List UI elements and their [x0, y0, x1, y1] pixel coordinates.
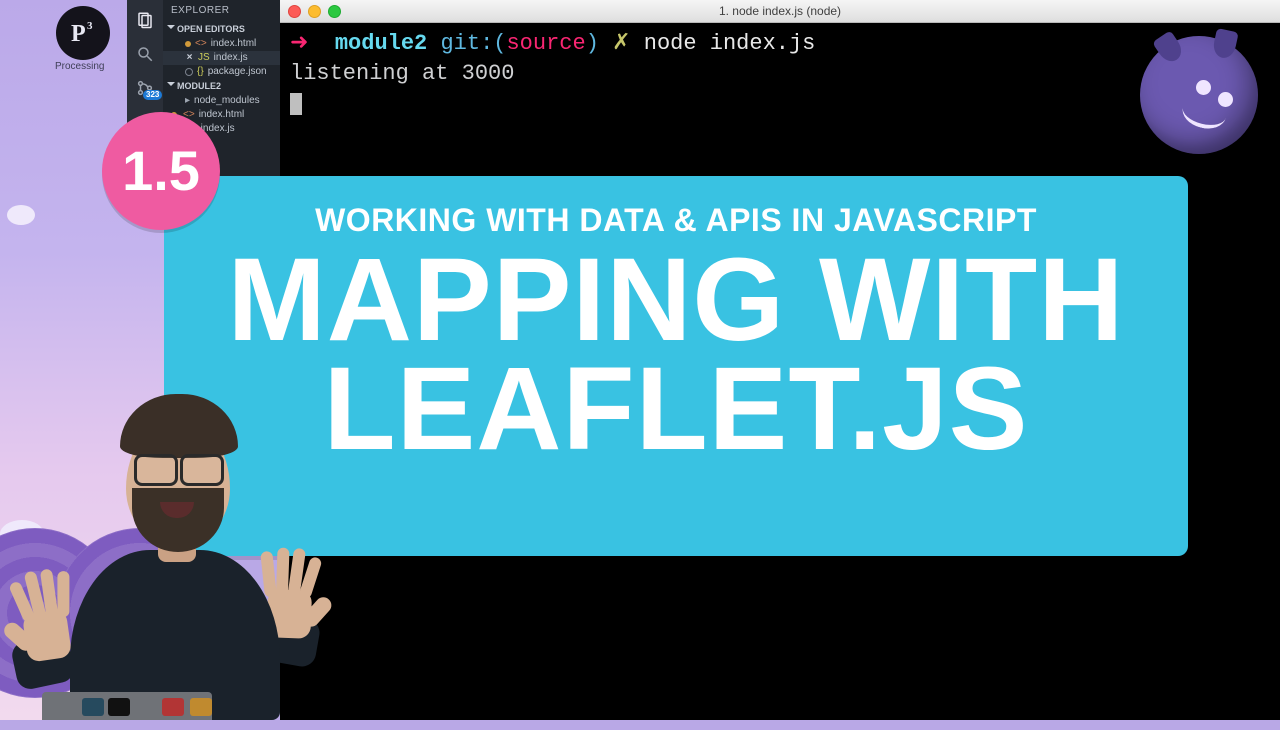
prompt-dirty-icon: ✗ [612, 31, 630, 56]
window-minimize-button[interactable] [308, 5, 321, 18]
folder-icon: ▸ [185, 96, 190, 106]
explorer-icon[interactable] [135, 10, 155, 30]
processing-logo: P3 [56, 6, 110, 60]
search-icon[interactable] [135, 44, 155, 64]
close-icon[interactable]: × [185, 53, 194, 63]
window-controls [288, 5, 341, 18]
open-editors-section[interactable]: OPEN EDITORS [163, 22, 280, 37]
file-name: index.js [214, 53, 248, 63]
terminal-title: 1. node index.js (node) [280, 0, 1280, 22]
mascot-avatar [1140, 36, 1258, 154]
scm-badge: 323 [143, 90, 162, 100]
terminal-output: listening at 3000 [290, 59, 1270, 89]
html-file-icon: <> [195, 39, 207, 49]
file-name: index.html [199, 110, 245, 120]
open-editor-item[interactable]: × JS index.js [163, 51, 280, 65]
json-file-icon: {} [197, 67, 204, 77]
project-file-item[interactable]: ▸ node_modules [163, 94, 280, 108]
terminal-body[interactable]: ➜ module2 git:(source) ✗ node index.js l… [280, 23, 1280, 124]
source-control-icon[interactable]: 323 [135, 78, 155, 98]
js-file-icon: JS [198, 53, 210, 63]
prompt-git-label: git: [440, 31, 493, 56]
prompt-branch: source [506, 31, 585, 56]
file-name: index.html [211, 39, 257, 49]
title-line-2: LEAFLET.JS [324, 343, 1029, 475]
open-editor-item[interactable]: <> index.html [163, 37, 280, 51]
prompt-command: node index.js [644, 31, 816, 56]
terminal-prompt-line: ➜ module2 git:(source) ✗ node index.js [290, 29, 1270, 59]
cloud-shape [7, 205, 35, 225]
prompt-dir: module2 [335, 31, 427, 56]
modified-dot-icon [185, 41, 191, 47]
window-close-button[interactable] [288, 5, 301, 18]
explorer-title: EXPLORER [163, 0, 280, 22]
terminal-cursor [290, 93, 302, 115]
presenter-laptop [42, 692, 212, 720]
terminal-titlebar: 1. node index.js (node) [280, 0, 1280, 23]
prompt-arrow: ➜ [290, 31, 308, 56]
svg-text:3: 3 [87, 20, 93, 32]
svg-text:P: P [71, 21, 86, 47]
file-name: node_modules [194, 96, 260, 106]
file-name: package.json [208, 67, 267, 77]
unmodified-dot-icon [185, 68, 193, 76]
project-section[interactable]: MODULE2 [163, 79, 280, 94]
open-editor-item[interactable]: {} package.json [163, 65, 280, 79]
presenter-figure [8, 402, 348, 720]
window-zoom-button[interactable] [328, 5, 341, 18]
lesson-number-badge: 1.5 [102, 112, 220, 230]
processing-label: Processing [55, 62, 104, 72]
title-card-subtitle: WORKING WITH DATA & APIS IN JAVASCRIPT [194, 204, 1158, 236]
